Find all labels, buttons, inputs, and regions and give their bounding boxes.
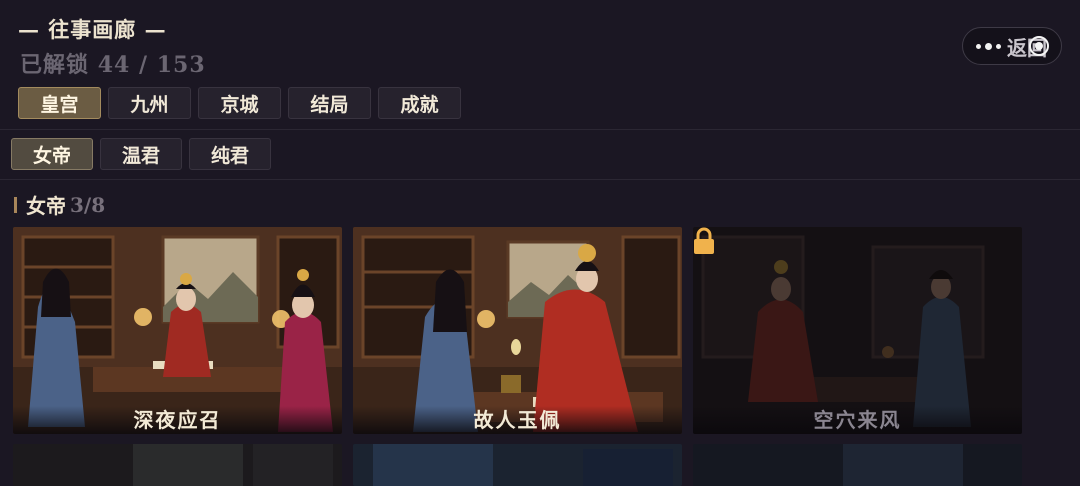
unlock-progress: 已解锁 44 / 153 [20, 47, 206, 79]
gallery-card[interactable]: 故人玉佩 [353, 227, 682, 434]
section-count: 3/8 [70, 192, 106, 217]
gallery-card[interactable] [13, 444, 342, 486]
lock-icon [694, 227, 714, 254]
sub-tab-wenjun[interactable]: 温君 [100, 138, 182, 170]
section-marker [14, 196, 17, 213]
gallery-card[interactable]: 深夜应召 [13, 227, 342, 434]
scene-illustration [693, 444, 1022, 486]
close-target-icon[interactable] [1029, 36, 1049, 56]
unlock-label: 已解锁 [20, 52, 90, 78]
scene-illustration [13, 444, 342, 486]
sub-tab-chunjun[interactable]: 纯君 [189, 138, 271, 170]
tab-jiuzhou[interactable]: 九州 [108, 87, 191, 119]
scene-illustration [353, 227, 682, 434]
tab-achievements[interactable]: 成就 [378, 87, 461, 119]
main-tab-bar: 皇宫 九州 京城 结局 成就 [18, 87, 461, 119]
scene-illustration [353, 444, 682, 486]
divider [0, 129, 1080, 130]
sub-tab-bar: 女帝 温君 纯君 [11, 138, 271, 170]
tab-endings[interactable]: 结局 [288, 87, 371, 119]
page-title: — 往事画廊 — [18, 17, 167, 42]
card-title: 故人玉佩 [353, 406, 682, 434]
more-icon[interactable] [976, 42, 1001, 50]
section-header: 女帝 3/8 [14, 190, 105, 219]
card-title: 深夜应召 [13, 406, 342, 434]
section-title: 女帝 [26, 194, 66, 218]
total-count: 153 [156, 52, 206, 78]
tab-capital[interactable]: 京城 [198, 87, 281, 119]
gallery-card[interactable] [353, 444, 682, 486]
divider [0, 179, 1080, 180]
sub-tab-empress[interactable]: 女帝 [11, 138, 93, 170]
card-title: 空穴来风 [693, 406, 1022, 434]
tab-palace[interactable]: 皇宫 [18, 87, 101, 119]
scene-illustration [13, 227, 342, 434]
gallery-card-locked[interactable]: 空穴来风 [693, 227, 1022, 434]
gallery-card[interactable] [693, 444, 1022, 486]
unlock-separator: / [138, 52, 149, 78]
unlocked-count: 44 [97, 52, 131, 78]
mini-program-capsule: 返回 [962, 27, 1062, 65]
scene-illustration [693, 227, 1022, 434]
